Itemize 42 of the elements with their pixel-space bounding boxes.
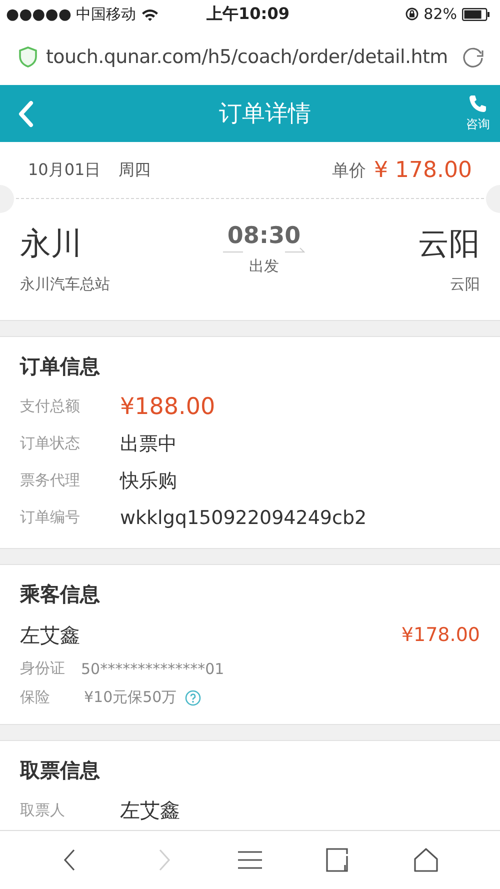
- carrier-label: ●●●●● 中国移动: [6, 4, 136, 24]
- page-title: 订单详情: [218, 100, 312, 129]
- status-time: 上午10:09: [206, 4, 290, 24]
- field-label: 保险: [20, 688, 51, 707]
- field-value: ¥188.00: [120, 394, 216, 420]
- depart-label: 出发: [249, 257, 279, 276]
- field-label: 票务代理: [20, 471, 81, 490]
- arrival-station: 云阳: [450, 275, 480, 294]
- section-title: 取票信息: [20, 757, 101, 784]
- tabs-icon[interactable]: [325, 847, 351, 873]
- departure-time: 08:30: [227, 223, 301, 249]
- departure-station: 永川汽车总站: [20, 275, 110, 294]
- field-value: 快乐购: [120, 468, 177, 494]
- consult-button[interactable]: 咨询: [466, 94, 490, 133]
- wifi-icon: [141, 8, 160, 20]
- unit-price-label: 单价: [332, 160, 366, 182]
- passenger-name: 左艾鑫: [20, 622, 80, 648]
- phone-icon: [468, 94, 488, 114]
- passenger-price: ¥178.00: [401, 624, 480, 646]
- unit-price: ¥ 178.00: [374, 158, 472, 182]
- home-icon[interactable]: [413, 847, 439, 873]
- field-value: 出票中: [120, 432, 177, 456]
- rotation-lock-icon: [404, 7, 419, 21]
- field-label: 身份证: [20, 659, 66, 678]
- weekday: 周四: [118, 160, 151, 180]
- travel-date: 10月01日: [28, 160, 101, 180]
- field-value: 左艾鑫: [120, 797, 180, 824]
- shield-icon: [18, 46, 38, 68]
- section-title: 订单信息: [20, 353, 101, 380]
- field-value: 50**************01: [81, 660, 224, 678]
- section-title: 乘客信息: [20, 581, 101, 608]
- field-label: 订单状态: [20, 434, 81, 453]
- departure-city: 永川: [20, 225, 82, 264]
- field-value: wkklgq150922094249cb2: [120, 506, 367, 528]
- battery-icon: [462, 8, 490, 20]
- field-value: ¥10元保50万: [84, 688, 177, 707]
- field-label: 订单编号: [20, 508, 81, 527]
- url-text: touch.qunar.com/h5/coach/order/detail.htm: [46, 46, 448, 68]
- arrival-city: 云阳: [418, 225, 480, 264]
- battery-percent: 82%: [424, 5, 457, 23]
- field-label: 支付总额: [20, 397, 81, 416]
- field-label: 取票人: [20, 801, 66, 820]
